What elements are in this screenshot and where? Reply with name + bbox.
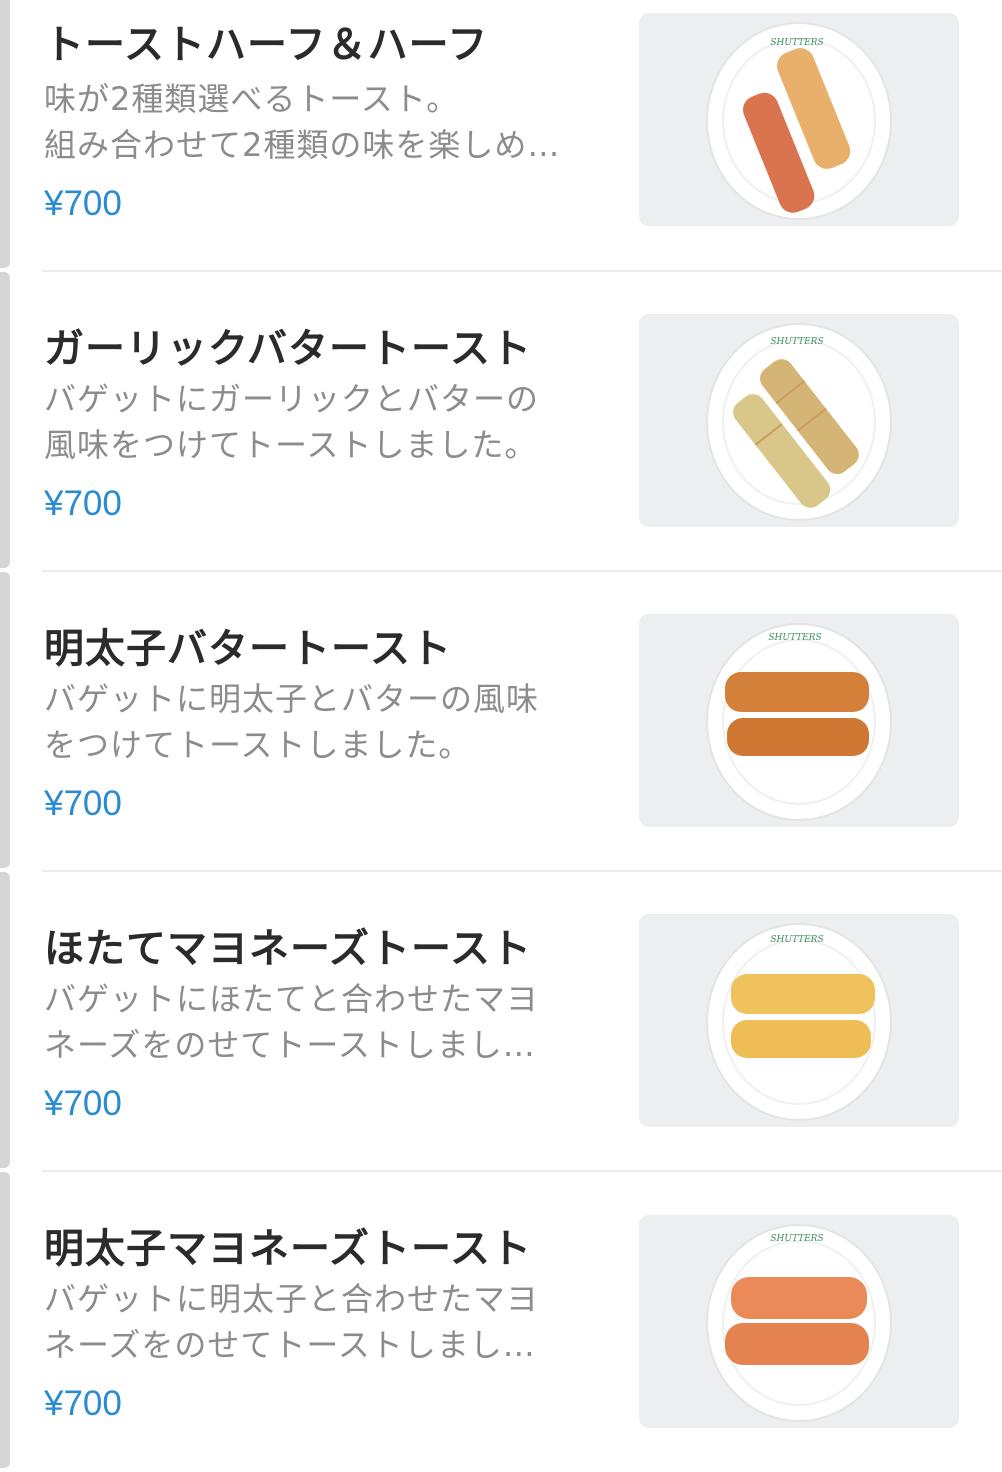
item-photo[interactable]: SHUTTERS [639,614,959,827]
item-title: 明太子マヨネーズトースト [44,1226,532,1272]
item-description-line: ネーズをのせてトーストしまし… [44,1026,536,1064]
item-description-line: バゲットに明太子と合わせたマヨ [44,1280,540,1318]
item-description-line: 風味をつけてトーストしました。 [44,426,538,464]
item-price: ¥700 [44,1384,122,1423]
item-photo[interactable]: SHUTTERS [639,1215,959,1428]
toast-plate-image: SHUTTERS [706,1224,892,1422]
item-description: バゲットにほたてと合わせたマヨ ネーズをのせてトーストしまし… [44,976,592,1068]
menu-list: トーストハーフ＆ハーフ 味が2種類選べるトースト。 組み合わせて2種類の味を楽し… [0,0,1002,1468]
item-title: ほたてマヨネーズトースト [44,926,532,972]
item-title: トーストハーフ＆ハーフ [44,22,489,68]
menu-item[interactable]: 明太子マヨネーズトースト バゲットに明太子と合わせたマヨ ネーズをのせてトースト… [0,1172,1002,1472]
item-description-line: 組み合わせて2種類の味を楽しめ… [44,126,561,164]
plate-logo: SHUTTERS [770,38,823,48]
plate-logo: SHUTTERS [770,935,823,945]
item-description: 味が2種類選べるトースト。 組み合わせて2種類の味を楽しめ… [44,76,592,168]
left-bar [0,272,10,568]
item-price: ¥700 [44,184,122,223]
item-description: バゲットに明太子と合わせたマヨ ネーズをのせてトーストしまし… [44,1276,592,1368]
item-price: ¥700 [44,784,122,823]
left-bar [0,0,10,268]
toast-plate-image: SHUTTERS [706,323,892,521]
left-bar [0,572,10,868]
item-price: ¥700 [44,484,122,523]
item-description-line: バゲットに明太子とバターの風味 [44,680,540,718]
item-price: ¥700 [44,1084,122,1123]
item-description-line: バゲットにほたてと合わせたマヨ [44,980,540,1018]
item-title: ガーリックバタートースト [44,326,532,372]
plate-logo: SHUTTERS [768,633,821,643]
item-description-line: をつけてトーストしました。 [44,726,472,764]
menu-item[interactable]: ほたてマヨネーズトースト バゲットにほたてと合わせたマヨ ネーズをのせてトースト… [0,872,1002,1172]
item-description-line: 味が2種類選べるトースト。 [44,80,460,118]
item-description: バゲットに明太子とバターの風味 をつけてトーストしました。 [44,676,592,768]
toast-plate-image: SHUTTERS [706,923,892,1121]
item-description-line: バゲットにガーリックとバターの [44,380,540,418]
menu-item[interactable]: トーストハーフ＆ハーフ 味が2種類選べるトースト。 組み合わせて2種類の味を楽し… [0,0,1002,270]
plate-logo: SHUTTERS [770,1234,823,1244]
plate-logo: SHUTTERS [770,337,823,347]
item-photo[interactable]: SHUTTERS [639,914,959,1127]
toast-plate-image: SHUTTERS [706,22,892,220]
item-photo[interactable]: SHUTTERS [639,314,959,527]
menu-item[interactable]: 明太子バタートースト バゲットに明太子とバターの風味 をつけてトーストしました。… [0,572,1002,872]
item-description-line: ネーズをのせてトーストしまし… [44,1326,536,1364]
menu-item[interactable]: ガーリックバタートースト バゲットにガーリックとバターの 風味をつけてトーストし… [0,272,1002,572]
left-bar [0,872,10,1168]
left-bar [0,1172,10,1468]
item-title: 明太子バタートースト [44,626,452,672]
toast-plate-image: SHUTTERS [706,623,892,821]
item-photo[interactable]: SHUTTERS [639,13,959,226]
item-description: バゲットにガーリックとバターの 風味をつけてトーストしました。 [44,376,592,468]
